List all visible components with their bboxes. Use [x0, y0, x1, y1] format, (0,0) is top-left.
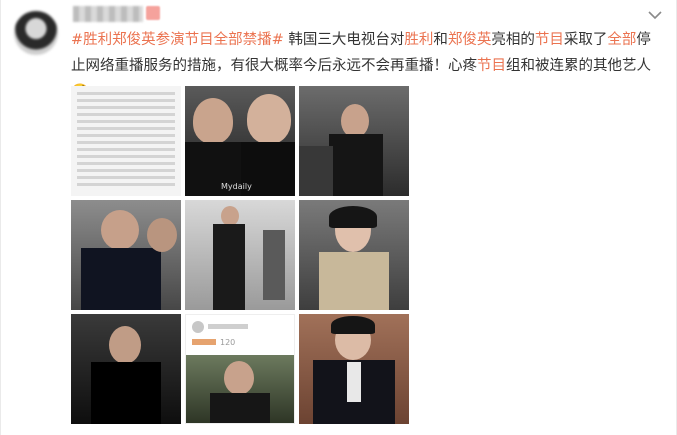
image-suit-portrait[interactable] [71, 200, 181, 310]
user-badge-icon [146, 6, 160, 20]
post-segment: 亮相的 [491, 32, 535, 48]
image-walking-shot[interactable] [185, 200, 295, 310]
keyword-link[interactable]: 节目 [477, 58, 506, 74]
image-press-photo[interactable]: Mydaily [185, 86, 295, 196]
hashtag-link[interactable]: #胜利郑俊英参演节目全部禁播# [71, 32, 284, 48]
image-school-uniform[interactable] [299, 314, 409, 424]
likes-count: 120 [220, 338, 236, 347]
post-segment: 组和被连累的其他艺人 [506, 58, 651, 74]
keyword-link[interactable]: 全部 [607, 32, 636, 48]
image-crowd-press[interactable] [299, 86, 409, 196]
image-man-night[interactable] [71, 314, 181, 424]
post-segment: 采取了 [563, 32, 608, 48]
keyword-link[interactable]: 胜利 [404, 32, 433, 48]
username-blurred[interactable] [73, 6, 143, 22]
chevron-down-icon[interactable] [648, 10, 662, 20]
post-segment: 韩国三大电视台对 [283, 32, 405, 48]
weibo-post-card: #胜利郑俊英参演节目全部禁播# 韩国三大电视台对胜利和郑俊英亮相的节目采取了全部… [0, 0, 677, 435]
image-news-article[interactable] [71, 86, 181, 196]
image-screenshot-apology[interactable]: 120 [185, 314, 295, 424]
image-woman-portrait[interactable] [299, 200, 409, 310]
post-segment: 和 [433, 32, 448, 48]
watermark-label: Mydaily [221, 182, 252, 191]
avatar[interactable] [14, 11, 58, 55]
keyword-link[interactable]: 节目 [535, 32, 564, 48]
keyword-link[interactable]: 郑俊英 [448, 32, 492, 48]
